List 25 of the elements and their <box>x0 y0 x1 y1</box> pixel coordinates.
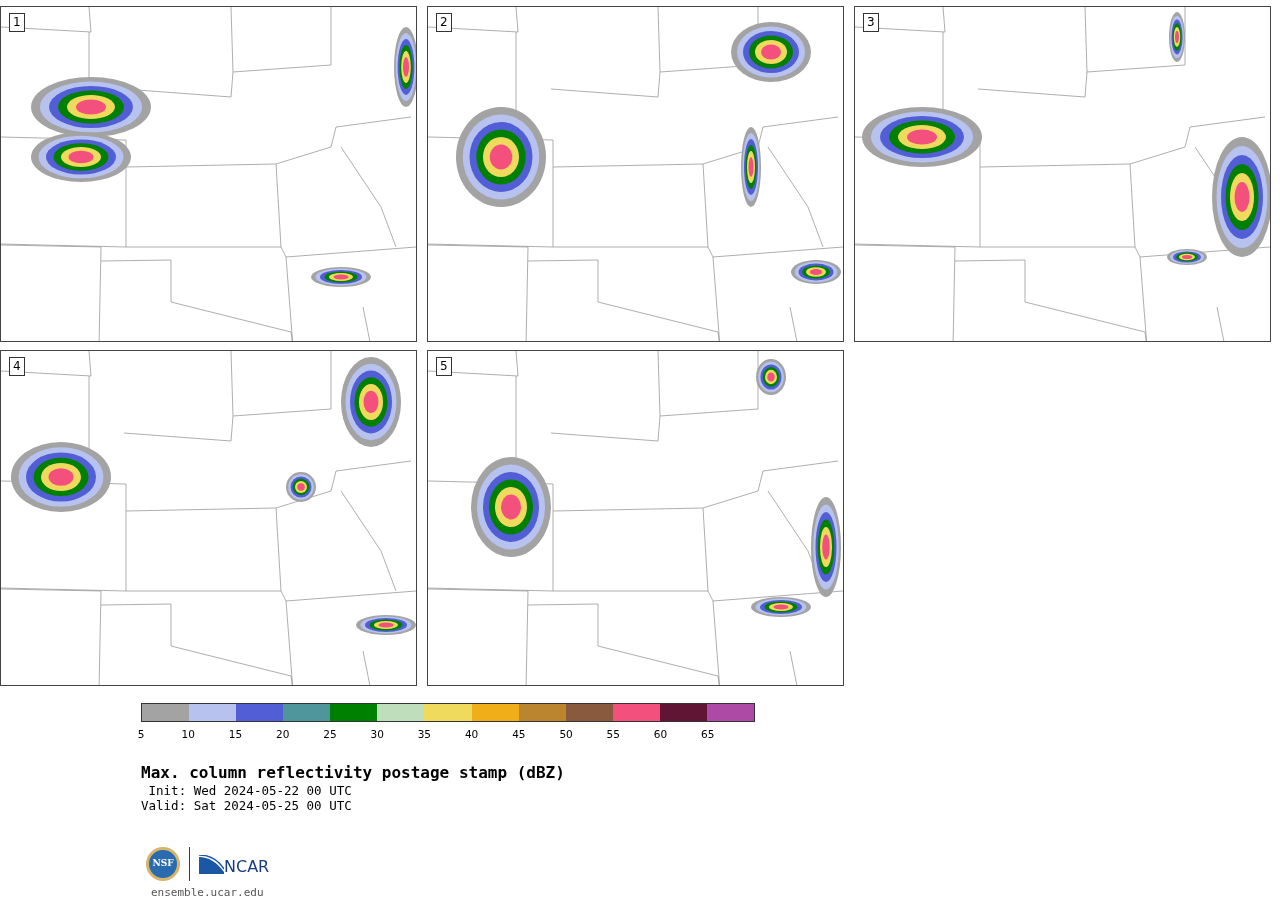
panel-number: 1 <box>9 13 25 32</box>
init-time: Init: Wed 2024-05-22 00 UTC <box>147 783 353 798</box>
tick-label: 15 <box>228 728 243 740</box>
tick-label: 20 <box>276 728 290 740</box>
nsf-logo: NSF <box>146 847 180 881</box>
tick-label: 65 <box>701 728 715 740</box>
tick-label: 50 <box>559 728 573 740</box>
tick-label: 10 <box>181 728 195 740</box>
chart-title: Max. column reflectivity postage stamp (dBZ) <box>141 763 566 783</box>
tick-label: 45 <box>512 728 526 740</box>
ncar-logo-text: NCAR <box>224 855 270 878</box>
panel-number: 4 <box>9 357 25 376</box>
tick-label: 55 <box>606 728 620 740</box>
valid-time: Valid: Sat 2024-05-25 00 UTC <box>141 798 353 813</box>
swoosh-icon <box>199 854 224 874</box>
tick-label: 30 <box>370 728 384 740</box>
tick-label: 25 <box>323 728 337 740</box>
panel-number: 5 <box>436 357 452 376</box>
tick-label: 40 <box>464 728 479 740</box>
website-url: ensemble.ucar.edu <box>151 885 265 901</box>
tick-label: 60 <box>653 728 668 740</box>
panel-number: 3 <box>863 13 879 32</box>
tick-label: 35 <box>417 728 432 740</box>
panel-number: 2 <box>436 13 452 32</box>
tick-label: 5 <box>137 728 145 740</box>
